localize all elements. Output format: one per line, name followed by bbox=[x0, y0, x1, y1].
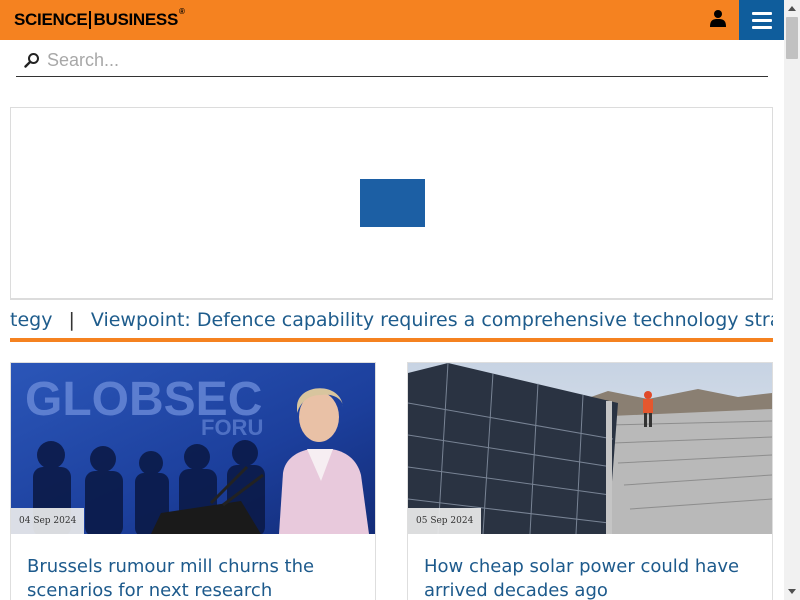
hamburger-menu-icon-line bbox=[751, 25, 772, 29]
scrollbar-thumb[interactable] bbox=[786, 17, 798, 59]
page-scrollbar[interactable] bbox=[784, 0, 800, 600]
user-icon bbox=[710, 9, 726, 32]
logo-text-business: BUSINESS bbox=[93, 10, 178, 29]
site-header: SCIENCE BUSINESS ® bbox=[0, 0, 784, 40]
ticker-separator: | bbox=[68, 308, 75, 331]
logo-text-science: SCIENCE bbox=[14, 10, 88, 29]
scroll-down-arrow-icon[interactable] bbox=[784, 584, 800, 600]
ticker-track: tegy | Viewpoint: Defence capability req… bbox=[10, 300, 773, 338]
search-icon[interactable] bbox=[21, 49, 43, 71]
article-card[interactable]: 05 Sep 2024 How cheap solar power could … bbox=[407, 362, 773, 600]
search-bar bbox=[16, 44, 768, 77]
article-date: 04 Sep 2024 bbox=[11, 508, 85, 534]
menu-button[interactable] bbox=[739, 0, 784, 40]
advertisement-slot bbox=[10, 107, 773, 299]
search-input[interactable] bbox=[47, 45, 747, 75]
advertisement-placeholder[interactable] bbox=[360, 179, 425, 227]
article-title[interactable]: How cheap solar power could have arrived… bbox=[424, 555, 754, 600]
scroll-up-arrow-icon[interactable] bbox=[784, 0, 800, 16]
hamburger-menu-icon-line bbox=[751, 11, 772, 15]
account-button[interactable] bbox=[704, 6, 732, 34]
svg-text:FORU: FORU bbox=[201, 415, 263, 440]
article-title[interactable]: Brussels rumour mill churns the scenario… bbox=[27, 555, 357, 600]
site-logo[interactable]: SCIENCE BUSINESS ® bbox=[14, 7, 185, 31]
hamburger-menu-icon-line bbox=[751, 18, 772, 22]
page: SCIENCE BUSINESS ® Search... tegy | View… bbox=[0, 0, 800, 600]
logo-registered-mark: ® bbox=[179, 7, 185, 16]
ticker-headline[interactable]: Viewpoint: Defence capability requires a… bbox=[91, 309, 773, 331]
news-ticker: tegy | Viewpoint: Defence capability req… bbox=[10, 299, 773, 342]
logo-divider bbox=[89, 11, 92, 29]
ticker-prev-headline[interactable]: tegy bbox=[10, 309, 52, 331]
article-card[interactable]: GLOBSEC FORU 04 Sep 2024 Brussels rumour… bbox=[10, 362, 376, 600]
article-date: 05 Sep 2024 bbox=[408, 508, 482, 534]
